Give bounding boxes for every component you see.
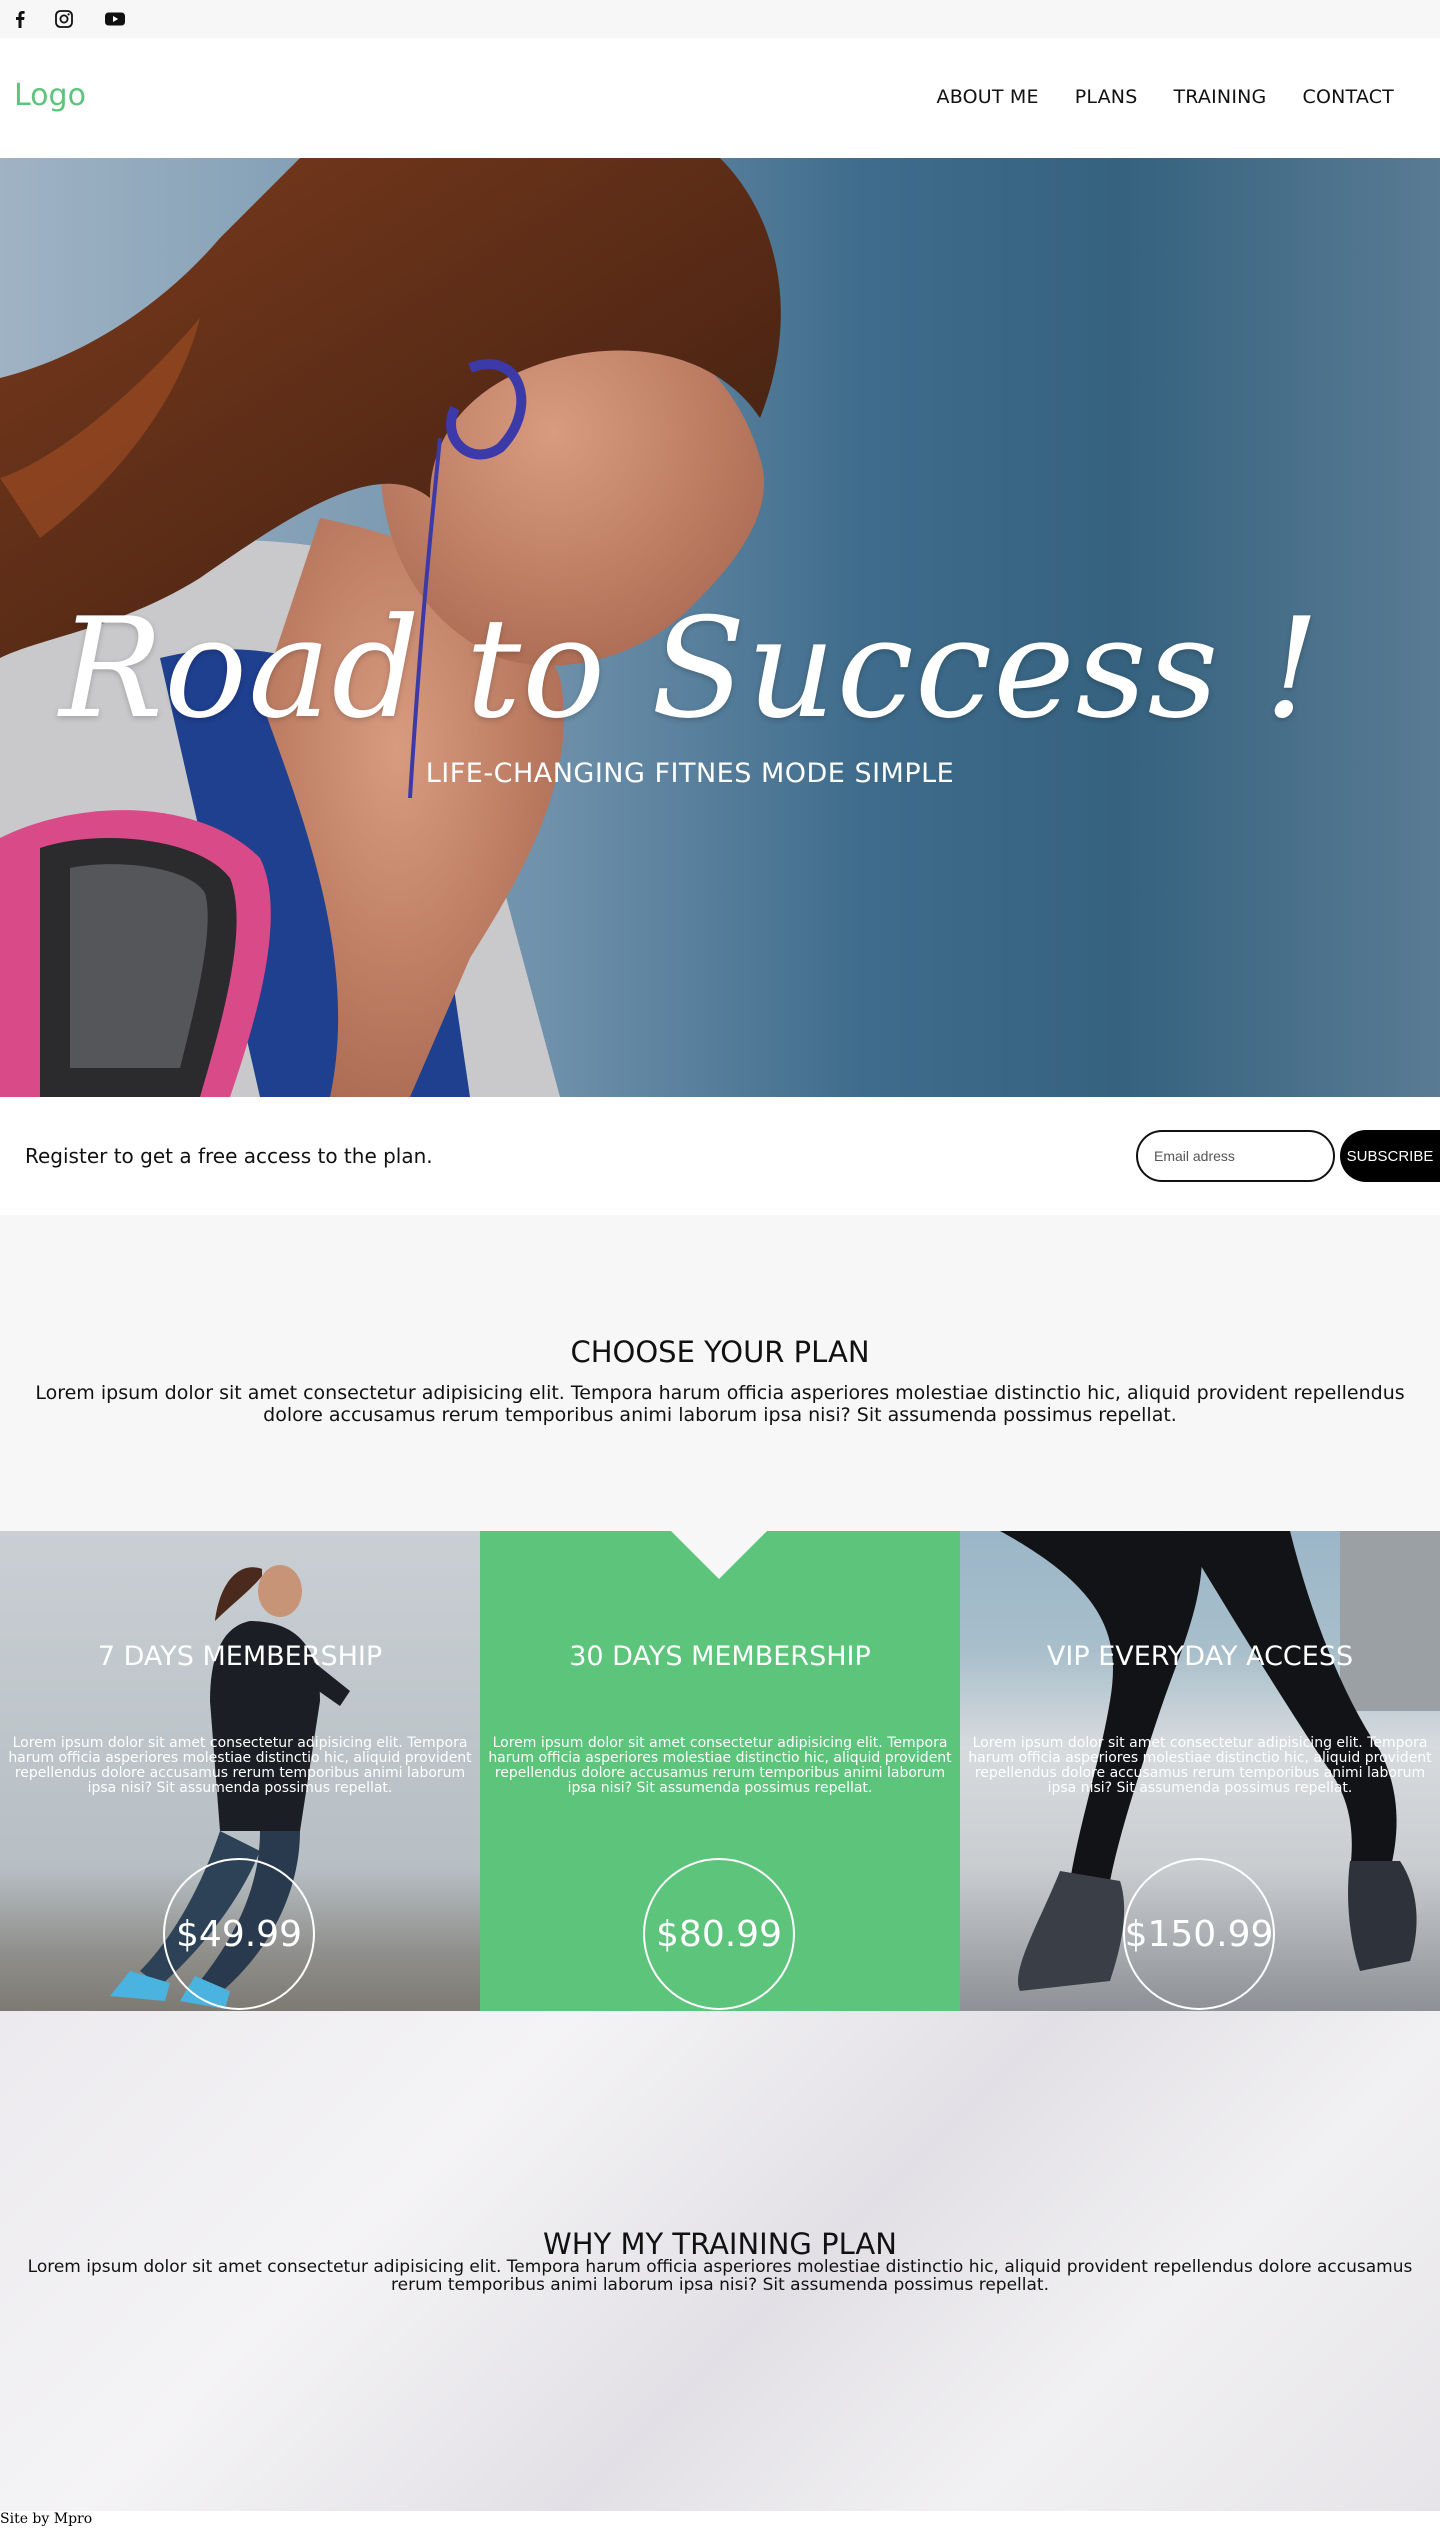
- hero-subtitle: LIFE-CHANGING FITNES MODE SIMPLE: [425, 758, 955, 789]
- footer-credit: Site by Mpro: [0, 2511, 93, 2527]
- plan-price-circle[interactable]: $80.99: [643, 1858, 795, 2010]
- register-text: Register to get a free access to the pla…: [25, 1144, 433, 1168]
- logo[interactable]: Logo: [14, 78, 86, 113]
- plan-description: Lorem ipsum dolor sit amet consectetur a…: [8, 1735, 472, 1796]
- youtube-icon[interactable]: [104, 9, 126, 29]
- plan-title: VIP EVERYDAY ACCESS: [1046, 1641, 1354, 1672]
- plan-price-circle[interactable]: $49.99: [163, 1858, 315, 2010]
- nav-contact[interactable]: CONTACT: [1302, 86, 1394, 108]
- hero-section: Road to Success ! LIFE-CHANGING FITNES M…: [0, 158, 1440, 1097]
- plan-price: $49.99: [176, 1913, 302, 1955]
- nav-training[interactable]: TRAINING: [1173, 86, 1266, 108]
- why-section: WHY MY TRAINING PLAN Lorem ipsum dolor s…: [0, 2011, 1440, 2511]
- plan-description: Lorem ipsum dolor sit amet consectetur a…: [968, 1735, 1432, 1796]
- choose-plan-section: CHOOSE YOUR PLAN Lorem ipsum dolor sit a…: [0, 1215, 1440, 1531]
- why-title: WHY MY TRAINING PLAN: [543, 2227, 897, 2261]
- subscribe-button[interactable]: SUBSCRIBE: [1340, 1130, 1440, 1182]
- plan-card-vip[interactable]: VIP EVERYDAY ACCESS Lorem ipsum dolor si…: [960, 1531, 1440, 2011]
- register-bar: Register to get a free access to the pla…: [0, 1097, 1440, 1215]
- hero-title: Road to Success !: [59, 588, 1321, 749]
- facebook-icon[interactable]: [10, 9, 30, 29]
- instagram-icon[interactable]: [54, 9, 74, 29]
- email-input[interactable]: [1136, 1130, 1335, 1182]
- social-bar: [0, 0, 1440, 38]
- plan-card-7-days[interactable]: 7 DAYS MEMBERSHIP Lorem ipsum dolor sit …: [0, 1531, 480, 2011]
- plan-title: 7 DAYS MEMBERSHIP: [97, 1641, 383, 1672]
- choose-plan-title: CHOOSE YOUR PLAN: [570, 1335, 870, 1369]
- plan-price: $150.99: [1124, 1913, 1274, 1955]
- nav-about-me[interactable]: ABOUT ME: [937, 86, 1039, 108]
- plan-description: Lorem ipsum dolor sit amet consectetur a…: [488, 1735, 952, 1796]
- choose-plan-text: Lorem ipsum dolor sit amet consectetur a…: [35, 1382, 1405, 1426]
- selected-plan-notch: [671, 1531, 767, 1579]
- plan-title: 30 DAYS MEMBERSHIP: [569, 1641, 871, 1672]
- plans-section: 7 DAYS MEMBERSHIP Lorem ipsum dolor sit …: [0, 1531, 1440, 2011]
- plan-price: $80.99: [656, 1913, 782, 1955]
- plan-price-circle[interactable]: $150.99: [1123, 1858, 1275, 2010]
- why-text: Lorem ipsum dolor sit amet consectetur a…: [27, 2257, 1413, 2295]
- nav-plans[interactable]: PLANS: [1075, 86, 1138, 108]
- main-nav: ABOUT ME PLANS TRAINING CONTACT: [901, 86, 1394, 108]
- plan-card-30-days[interactable]: 30 DAYS MEMBERSHIP Lorem ipsum dolor sit…: [480, 1531, 960, 2011]
- site-header: Logo ABOUT ME PLANS TRAINING CONTACT: [0, 38, 1440, 158]
